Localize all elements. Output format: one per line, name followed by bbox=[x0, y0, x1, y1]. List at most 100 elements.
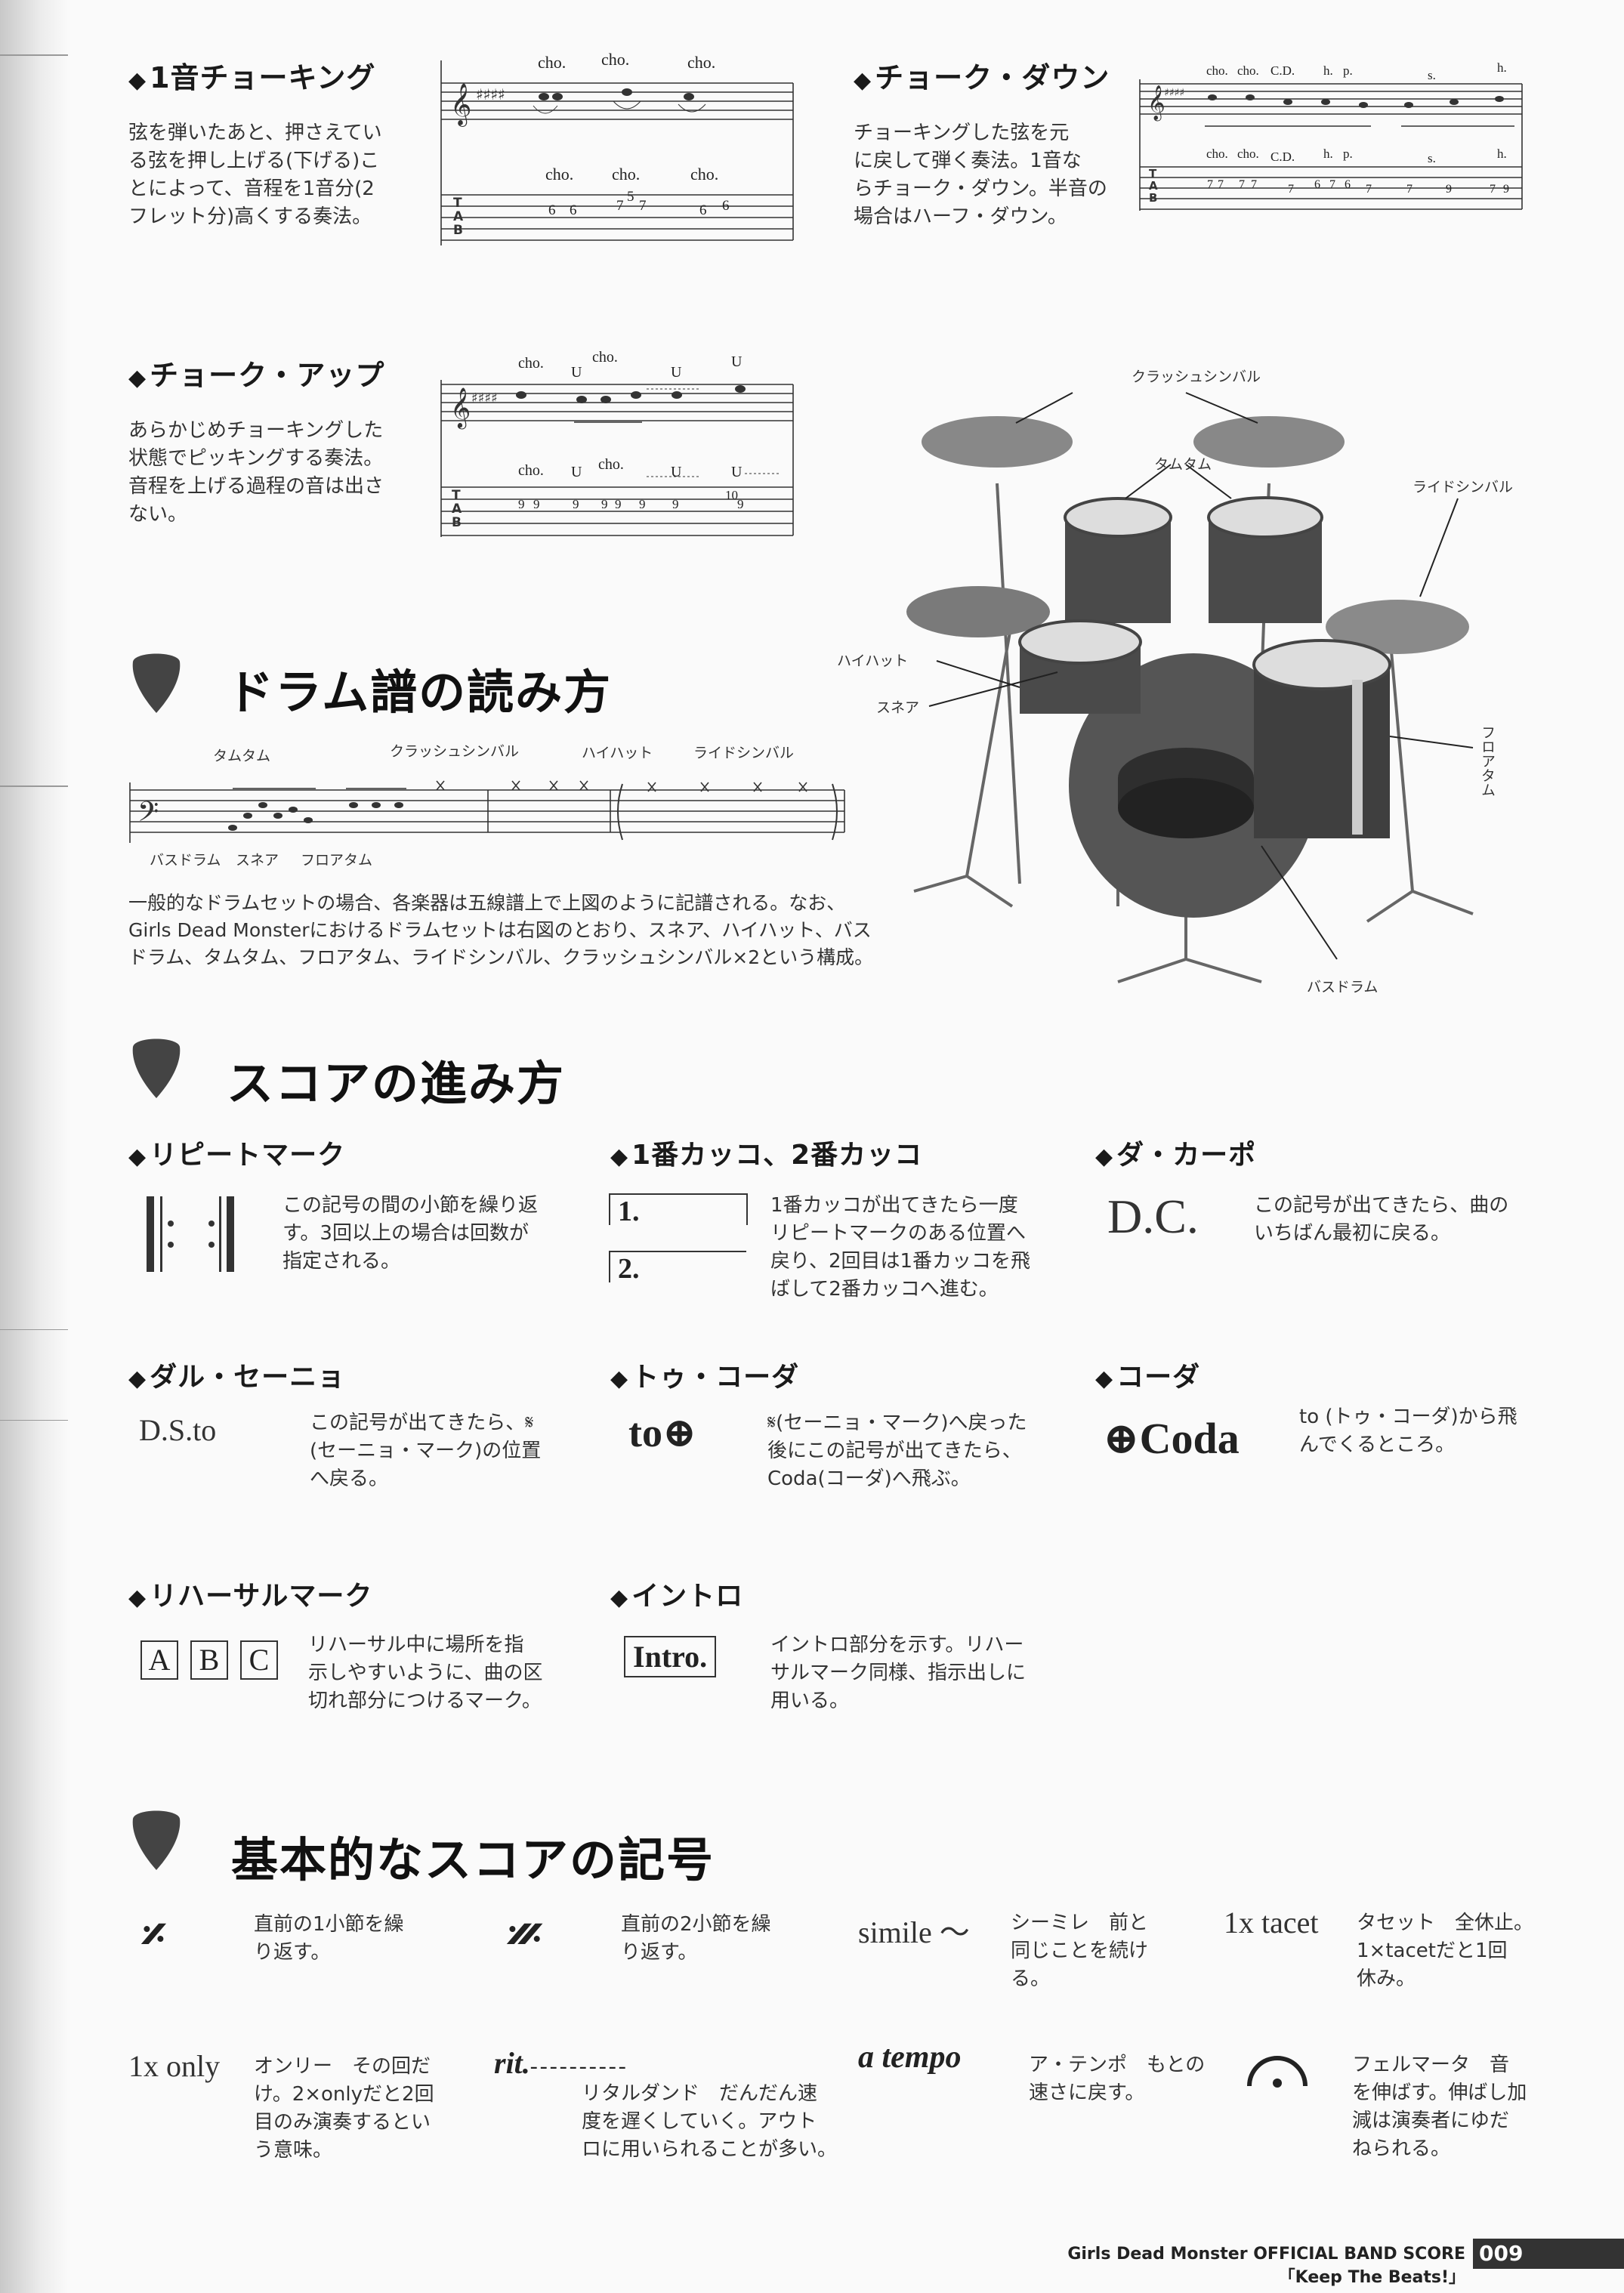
choke-down-body: チョーキングした弦を元 に戻して弾く奏法。1音な らチョーク・ダウン。半音の 場合は… bbox=[854, 122, 1107, 228]
cd-mark: C.D. bbox=[1270, 63, 1295, 78]
tab-number: 7 bbox=[1406, 183, 1413, 196]
tab-number: 7 bbox=[1207, 178, 1213, 191]
repeat-title: ◆ リピートマーク bbox=[128, 1140, 346, 1171]
tab-number: 7 bbox=[1366, 183, 1372, 196]
repeat-two-bars-icon: 𝄏 bbox=[508, 1908, 542, 1964]
tab-number: 6 bbox=[699, 202, 707, 218]
dal-segno-title: ◆ ダル・セーニョ bbox=[128, 1362, 346, 1393]
drum-label-hihat: ハイハット bbox=[582, 745, 653, 761]
kit-label-tom: タムタム bbox=[1154, 456, 1212, 473]
svg-text:♯♯♯♯: ♯♯♯♯ bbox=[476, 85, 505, 103]
dal-segno-body: この記号が出てきたら、𝄋 (セーニョ・マーク)の位置 へ戻る。 bbox=[310, 1412, 542, 1490]
to-coda-symbol: to⊕ bbox=[628, 1410, 697, 1455]
a-tempo-symbol: a tempo bbox=[858, 2040, 962, 2075]
diamond-icon: ◆ bbox=[128, 67, 147, 94]
cho-mark: cho. bbox=[690, 165, 719, 184]
u-mark: U bbox=[671, 464, 682, 480]
diamond-icon: ◆ bbox=[854, 67, 872, 94]
svg-text:♯♯♯♯: ♯♯♯♯ bbox=[471, 390, 498, 406]
coda-title: ◆ コーダ bbox=[1095, 1362, 1201, 1393]
kit-label-hihat: ハイハット bbox=[837, 653, 909, 669]
repeat-one-bar-body: 直前の1小節を繰 り返す。 bbox=[254, 1913, 404, 1964]
tab-number: 6 bbox=[1314, 178, 1320, 191]
svg-text:♯♯♯♯: ♯♯♯♯ bbox=[1164, 87, 1184, 99]
p-mark: p. bbox=[1343, 147, 1353, 161]
cho-mark: cho. bbox=[592, 349, 618, 366]
rehearsal-title: ◆ リハーサルマーク bbox=[128, 1581, 373, 1612]
drum-staff: 𝄢 bbox=[129, 780, 845, 843]
choke-up-body: あらかじめチョーキングした 状態でピッキングする奏法。 音程を上げる過程の音は出さ… bbox=[128, 419, 384, 526]
gutter-line bbox=[0, 54, 68, 56]
drum-label-ride: ライドシンバル bbox=[693, 745, 795, 761]
da-capo-title: ◆ ダ・カーポ bbox=[1095, 1140, 1257, 1171]
h-mark: h. bbox=[1497, 60, 1507, 75]
u-mark: U bbox=[731, 353, 743, 370]
tab-number: 9 bbox=[672, 497, 679, 511]
tab-number: 10 bbox=[725, 488, 738, 502]
cho-mark: cho. bbox=[612, 165, 641, 184]
kit-label-floor: フロアタム bbox=[1479, 725, 1496, 797]
tacet-symbol: 1x tacet bbox=[1224, 1906, 1319, 1940]
tab-number: 7 bbox=[1329, 178, 1335, 191]
repeat-body: この記号の間の小節を繰り返 す。3回以上の場合は回数が 指定される。 bbox=[283, 1194, 539, 1273]
fermata-body: フェルマータ 音を伸ばす。伸ばし加 減は演奏者にゆだ ねられる。 bbox=[1352, 2054, 1527, 2160]
tab-number: 9 bbox=[573, 497, 579, 511]
cho-mark: cho. bbox=[687, 53, 716, 72]
u-mark: U bbox=[671, 364, 682, 381]
u-mark: U bbox=[731, 464, 743, 480]
coda-icon: ⊕ bbox=[1103, 1414, 1140, 1463]
choking-title: ◆ 1音チョーキング bbox=[128, 61, 376, 94]
da-capo-body: この記号が出てきたら、曲の いちばん最初に戻る。 bbox=[1254, 1194, 1509, 1245]
tab-number: 7 bbox=[1239, 178, 1245, 191]
tab-number: 9 bbox=[601, 497, 608, 511]
drum-label-bass: バスドラム bbox=[150, 852, 221, 869]
guitar-pick-icon bbox=[132, 1038, 181, 1098]
drum-section-title: ドラム譜の読み方 bbox=[227, 665, 613, 720]
drum-body: 一般的なドラムセットの場合、各楽器は五線譜上で上図のように記譜される。なお、 Gi… bbox=[128, 892, 874, 968]
svg-text:𝄞: 𝄞 bbox=[1147, 85, 1166, 122]
svg-text:B: B bbox=[453, 223, 463, 238]
only-symbol: 1x only bbox=[128, 2049, 221, 2083]
guitar-pick-icon bbox=[132, 653, 181, 713]
rehearsal-mark-c: C bbox=[240, 1640, 278, 1680]
cho-mark: cho. bbox=[545, 165, 574, 184]
tab-number: 9 bbox=[639, 497, 646, 511]
repeat-two-bars-body: 直前の2小節を繰 り返す。 bbox=[621, 1913, 771, 1964]
only-body: オンリー その回だ け。2×onlyだと2回 目のみ演奏するとい う意味。 bbox=[254, 2055, 434, 2162]
rehearsal-body: リハーサル中に場所を指 示しやすいように、曲の区 切れ部分につけるマーク。 bbox=[308, 1634, 543, 1712]
svg-text:T: T bbox=[452, 488, 461, 503]
da-capo-symbol: D.C. bbox=[1107, 1190, 1199, 1243]
kit-label-crash: クラッシュシンバル bbox=[1132, 369, 1261, 385]
rehearsal-mark-a: A bbox=[140, 1640, 178, 1680]
tab-number: 7 bbox=[639, 198, 647, 214]
diamond-icon: ◆ bbox=[610, 1143, 629, 1170]
choking-score: 𝄞 ♯♯♯♯ T A B bbox=[440, 60, 794, 245]
diamond-icon: ◆ bbox=[610, 1366, 629, 1392]
intro-title: ◆ イントロ bbox=[610, 1581, 744, 1612]
basic-symbols-title: 基本的なスコアの記号 bbox=[231, 1832, 715, 1887]
tab-number: 6 bbox=[1345, 178, 1351, 191]
choke-down-title: ◆ チョーク・ダウン bbox=[854, 61, 1110, 94]
tab-number: 6 bbox=[570, 202, 577, 218]
cd-mark: C.D. bbox=[1270, 150, 1295, 164]
coda-symbol: ⊕Coda bbox=[1103, 1414, 1240, 1463]
drum-label-snare: スネア bbox=[236, 852, 279, 869]
tacet-body: タセット 全休止。 1×tacetだと1回 休み。 bbox=[1357, 1912, 1534, 1990]
diamond-icon: ◆ bbox=[128, 365, 147, 391]
page-gutter bbox=[0, 0, 68, 2293]
s-mark: s. bbox=[1428, 68, 1436, 82]
svg-text:T: T bbox=[453, 196, 462, 211]
volta-body: 1番カッコが出てきたら一度 リピートマークのある位置へ 戻り、2回目は1番カッコを飛… bbox=[770, 1194, 1031, 1301]
diamond-icon: ◆ bbox=[1095, 1366, 1114, 1392]
rit-body: リタルダンド だんだん速 度を遅くしていく。アウト ロに用いられることが多い。 bbox=[582, 2082, 838, 2161]
second-ending-bracket: 2. bbox=[609, 1251, 746, 1285]
rehearsal-mark-b: B bbox=[190, 1640, 228, 1680]
tab-number: 7 bbox=[1288, 183, 1294, 196]
gutter-line bbox=[0, 785, 68, 787]
to-coda-title: ◆ トゥ・コーダ bbox=[610, 1362, 800, 1393]
tab-number: 9 bbox=[1446, 183, 1452, 196]
h-mark: h. bbox=[1323, 147, 1333, 161]
coda-body: to (トゥ・コーダ)から飛 んでくるところ。 bbox=[1299, 1406, 1517, 1456]
tab-number: 6 bbox=[548, 202, 556, 218]
svg-text:B: B bbox=[1149, 191, 1157, 205]
